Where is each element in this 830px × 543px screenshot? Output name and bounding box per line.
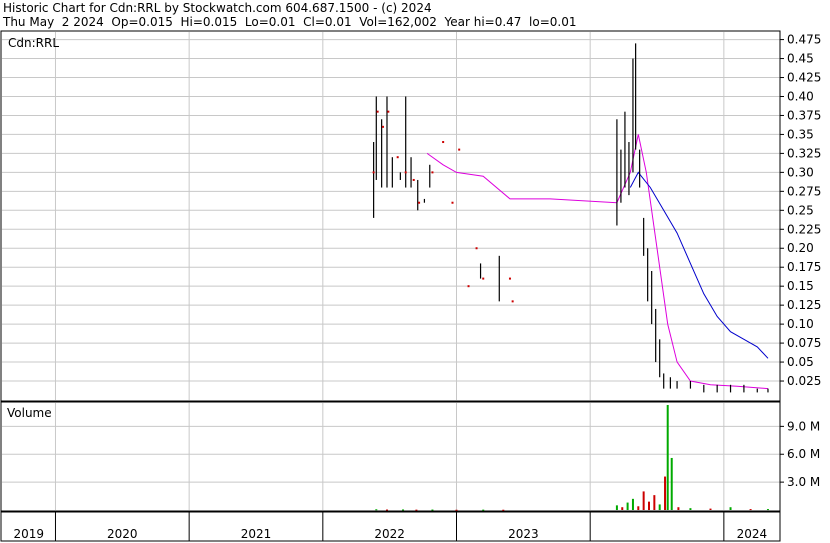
price-grid (2, 32, 780, 400)
close-tick (431, 171, 434, 174)
year-label: 2024 (737, 527, 768, 541)
year-label: 2023 (508, 527, 539, 541)
price-tick-label: 0.45 (787, 52, 814, 66)
volume-bar (689, 508, 692, 510)
price-tick-label: 0.425 (787, 71, 821, 85)
volume-bar (670, 457, 673, 510)
close-tick (451, 201, 454, 204)
volume-grid (2, 403, 780, 510)
year-label: 2021 (241, 527, 272, 541)
volume-bar (653, 495, 656, 510)
volume-bar (455, 509, 458, 511)
volume-bar (666, 405, 669, 510)
volume-bar (642, 491, 645, 510)
volume-tick-label: 6.0 M (787, 447, 820, 461)
close-tick (412, 178, 415, 181)
close-tick (404, 171, 407, 174)
close-tick (372, 171, 375, 174)
close-tick (511, 300, 514, 303)
price-tick-label: 0.125 (787, 298, 821, 312)
price-tick-label: 0.10 (787, 317, 814, 331)
price-tick-label: 0.30 (787, 165, 814, 179)
price-panel-title: Cdn:RRL (8, 36, 59, 50)
price-tick-label: 0.25 (787, 203, 814, 217)
volume-bar (482, 509, 485, 511)
volume-bar (637, 506, 640, 510)
volume-bar (431, 509, 434, 511)
volume-bar (631, 498, 634, 510)
volume-bar (626, 502, 629, 510)
volume-bar (615, 505, 618, 510)
price-tick-label: 0.20 (787, 241, 814, 255)
price-tick-label: 0.325 (787, 146, 821, 160)
close-ticks (372, 110, 514, 303)
price-tick-label: 0.075 (787, 336, 821, 350)
close-tick (418, 201, 421, 204)
price-tick-label: 0.40 (787, 89, 814, 103)
long-moving-average-line (629, 171, 769, 359)
price-tick-label: 0.175 (787, 260, 821, 274)
price-tick-label: 0.375 (787, 108, 821, 122)
volume-panel-title: Volume (7, 406, 52, 420)
close-tick (376, 110, 379, 113)
volume-bar (677, 507, 680, 510)
volume-bar (647, 501, 650, 510)
volume-bar (415, 509, 418, 511)
close-tick (396, 156, 399, 159)
price-tick-label: 0.05 (787, 355, 814, 369)
price-bars (373, 43, 769, 393)
close-tick (381, 125, 384, 128)
volume-bar (402, 509, 405, 511)
year-label: 2020 (107, 527, 138, 541)
volume-bar (658, 504, 661, 510)
volume-tick-label: 9.0 M (787, 419, 820, 433)
volume-tick-label: 3.0 M (787, 475, 820, 489)
year-label: 2019 (13, 527, 44, 541)
volume-bar (729, 507, 732, 510)
close-tick (458, 148, 461, 151)
volume-bar (375, 509, 378, 511)
price-tick-label: 0.15 (787, 279, 814, 293)
volume-bar (664, 476, 667, 510)
close-tick (475, 247, 478, 250)
year-label: 2022 (374, 527, 405, 541)
volume-panel-frame (0, 401, 781, 512)
price-tick-label: 0.475 (787, 33, 821, 47)
close-tick (387, 110, 390, 113)
volume-bar (709, 508, 712, 510)
volume-bar (502, 509, 505, 511)
volume-bar (749, 509, 752, 511)
close-tick (508, 277, 511, 280)
price-tick-label: 0.275 (787, 184, 821, 198)
price-tick-label: 0.35 (787, 127, 814, 141)
price-tick-label: 0.025 (787, 374, 821, 388)
volume-axis: 9.0 M 6.0 M 3.0 M (780, 419, 820, 489)
price-panel-frame (0, 30, 781, 402)
time-axis: 2019 2020 2021 2022 2023 2024 (13, 512, 767, 541)
volume-bar (621, 507, 624, 510)
stock-chart: Cdn:RRL Volume 0.4750.450.4250.400.3750.… (0, 30, 821, 542)
volume-bar (385, 509, 388, 511)
volume-bar (766, 509, 769, 511)
close-tick (442, 141, 445, 144)
close-tick (482, 277, 485, 280)
price-axis: 0.475 0.45 0.425 0.40 0.375 0.35 0.325 0.30 0.27… (780, 33, 821, 388)
price-tick-label: 0.225 (787, 222, 821, 236)
close-tick (467, 285, 470, 288)
volume-bars (375, 405, 769, 511)
